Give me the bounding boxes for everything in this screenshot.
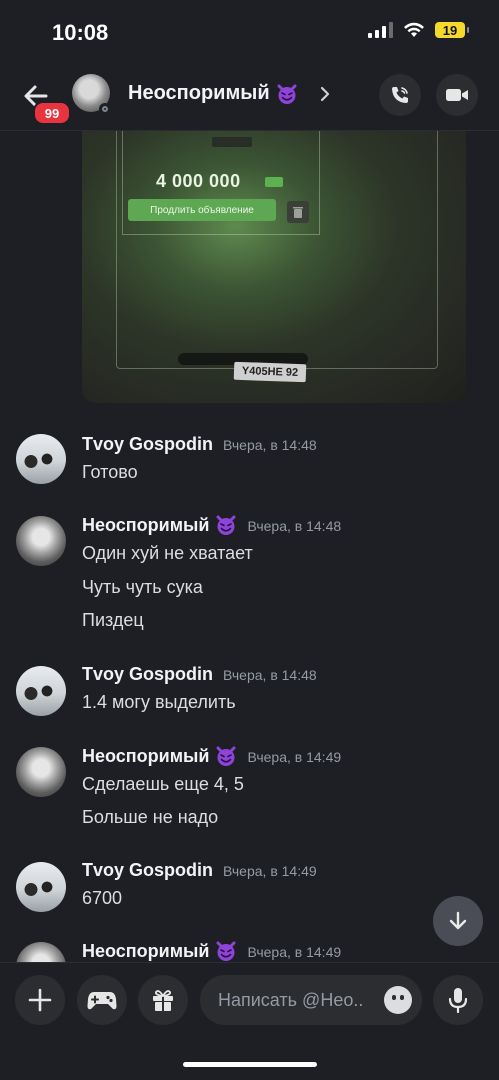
status-time: 10:08 (52, 20, 109, 45)
offline-status-icon (99, 103, 111, 115)
dm-screen: 10:08 19 99 Неоспоримый 4 000 000 Продли… (0, 0, 499, 1080)
message-text[interactable]: Готово (82, 462, 138, 483)
status-bar: 10:08 19 (0, 0, 499, 66)
message-header: Неоспоримый Вчера, в 14:49 (82, 940, 341, 962)
author-name[interactable]: Tvoy Gospodin (82, 434, 213, 455)
author-name-text: Неоспоримый (82, 514, 210, 535)
arrow-down-icon (449, 911, 467, 930)
chat-title[interactable]: Неоспоримый (128, 82, 298, 105)
smiling-imp-icon (216, 746, 236, 766)
message-input-placeholder: Написать @Нео.. (218, 990, 364, 1010)
money-icon (265, 177, 283, 187)
smiling-imp-icon (216, 941, 236, 961)
timestamp: Вчера, в 14:49 (223, 863, 317, 879)
author-name[interactable]: Неоспоримый (82, 745, 237, 767)
message-text[interactable]: 1.4 могу выделить (82, 692, 236, 713)
voice-call-button[interactable] (379, 74, 421, 116)
avatar[interactable] (16, 862, 66, 912)
photo-extend-button: Продлить объявление (128, 199, 276, 221)
microphone-icon (448, 988, 468, 1013)
battery-indicator: 19 (435, 22, 469, 38)
cellular-signal-icon (368, 22, 393, 38)
chat-title-text: Неоспоримый (128, 82, 270, 104)
message-header: Неоспоримый Вчера, в 14:48 (82, 514, 341, 536)
photo-item-thumbnail (212, 137, 252, 147)
timestamp: Вчера, в 14:49 (247, 943, 342, 960)
trash-icon (287, 201, 309, 223)
gamepad-icon (87, 992, 117, 1010)
avatar[interactable] (16, 434, 66, 484)
author-name[interactable]: Неоспоримый (82, 940, 237, 962)
message-header: Tvoy Gospodin Вчера, в 14:49 (82, 860, 317, 881)
emoji-picker-icon[interactable] (384, 986, 412, 1014)
smiling-imp-icon (216, 515, 236, 535)
message-input[interactable]: Написать @Нео.. (200, 975, 422, 1025)
status-icons: 19 (368, 22, 469, 38)
chat-header: 99 Неоспоримый (0, 66, 499, 131)
message-text[interactable]: Один хуй не хватает (82, 543, 253, 564)
gift-icon (153, 990, 173, 1011)
phone-icon (392, 87, 408, 103)
avatar[interactable] (16, 666, 66, 716)
author-name[interactable]: Tvoy Gospodin (82, 860, 213, 881)
avatar[interactable] (16, 516, 66, 566)
image-attachment[interactable]: 4 000 000 Продлить объявление Y405HE 92 (82, 131, 466, 403)
timestamp: Вчера, в 14:48 (247, 517, 342, 534)
add-attachment-button[interactable] (15, 975, 65, 1025)
message-header: Неоспоримый Вчера, в 14:49 (82, 745, 341, 767)
video-call-button[interactable] (436, 74, 478, 116)
author-name[interactable]: Tvoy Gospodin (82, 664, 213, 685)
message-text[interactable]: Пиздец (82, 610, 144, 631)
message-header: Tvoy Gospodin Вчера, в 14:48 (82, 664, 317, 685)
message-header: Tvoy Gospodin Вчера, в 14:48 (82, 434, 317, 455)
author-name[interactable]: Неоспоримый (82, 514, 237, 536)
timestamp: Вчера, в 14:48 (223, 437, 317, 453)
voice-message-button[interactable] (433, 975, 483, 1025)
timestamp: Вчера, в 14:48 (223, 667, 317, 683)
unread-badge: 99 (33, 101, 71, 125)
activities-button[interactable] (77, 975, 127, 1025)
scroll-to-bottom-button[interactable] (433, 896, 483, 946)
gift-button[interactable] (138, 975, 188, 1025)
chevron-right-icon[interactable] (318, 84, 332, 104)
message-text[interactable]: Сделаешь еще 4, 5 (82, 774, 244, 795)
photo-price: 4 000 000 (156, 171, 241, 191)
video-camera-icon (446, 89, 468, 101)
message-text[interactable]: Больше не надо (82, 807, 218, 828)
message-text[interactable]: 6700 (82, 888, 122, 909)
home-indicator (183, 1062, 317, 1067)
plus-icon (28, 988, 52, 1012)
author-name-text: Неоспоримый (82, 940, 210, 961)
message-text[interactable]: Чуть чуть сука (82, 577, 203, 598)
wifi-icon (404, 22, 424, 37)
author-name-text: Неоспоримый (82, 745, 210, 766)
timestamp: Вчера, в 14:49 (247, 748, 342, 765)
avatar[interactable] (16, 747, 66, 797)
photo-license-plate: Y405HE 92 (233, 361, 307, 383)
smiling-imp-icon (277, 84, 297, 104)
